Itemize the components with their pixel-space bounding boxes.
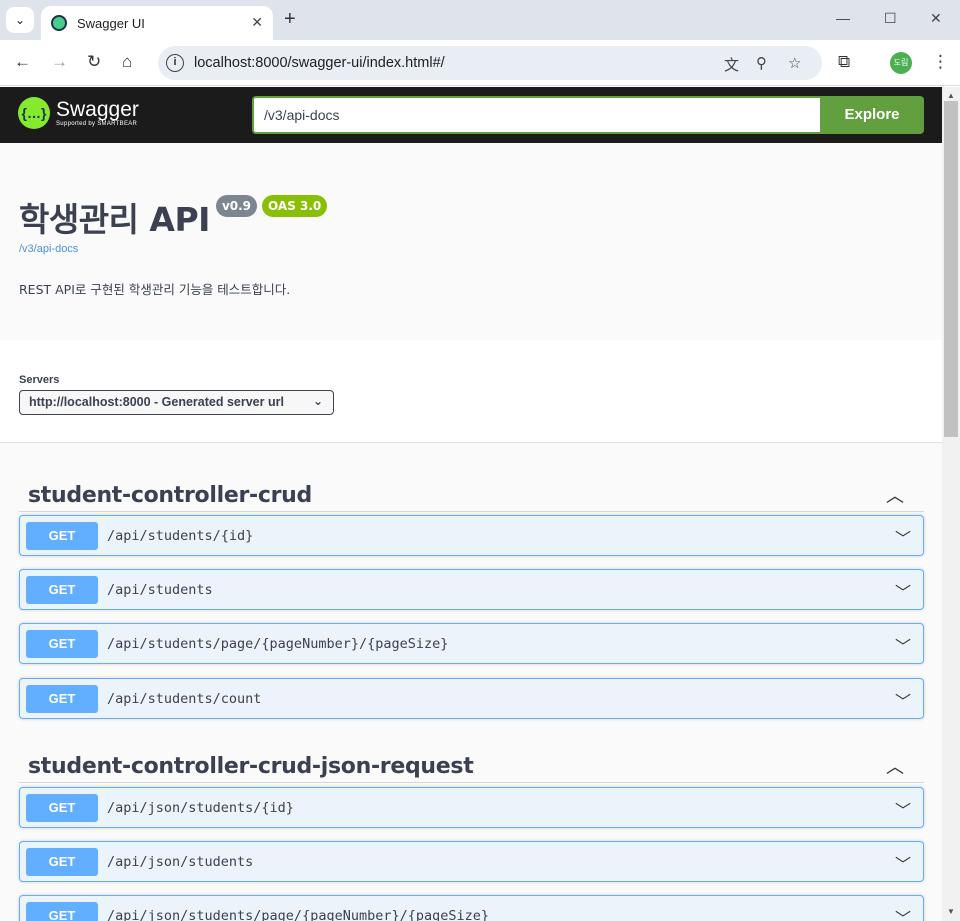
operation-path: /api/students/page/{pageNumber}/{pageSiz… xyxy=(107,636,449,652)
operation-path: /api/json/students/{id} xyxy=(107,800,294,816)
operation-path: /api/json/students/page/{pageNumber}/{pa… xyxy=(107,908,490,921)
close-icon[interactable]: ✕ xyxy=(251,14,263,31)
translate-icon[interactable]: 文 xyxy=(724,54,739,75)
extensions-icon[interactable]: ⧉ xyxy=(838,52,850,72)
chevron-down-icon[interactable]: ﹀ xyxy=(895,688,911,712)
reload-icon[interactable]: ↻ xyxy=(87,52,101,72)
operation-row[interactable]: GET /api/json/students/{id} ﹀ xyxy=(19,787,924,828)
swagger-logo[interactable]: {…} Swagger Supported by SMARTBEAR xyxy=(18,97,139,129)
version-badge: v0.9 xyxy=(215,195,258,217)
logo-name: Swagger xyxy=(56,98,139,121)
operation-path: /api/json/students xyxy=(107,854,254,870)
api-url-input[interactable]: /v3/api-docs xyxy=(252,96,820,134)
get-method-badge: GET xyxy=(26,685,98,713)
swagger-logo-icon: {…} xyxy=(18,97,50,129)
get-method-badge: GET xyxy=(26,902,98,921)
chevron-down-icon[interactable]: ﹀ xyxy=(895,797,911,821)
operation-path: /api/students xyxy=(107,582,213,598)
chevron-down-icon: ⌄ xyxy=(312,394,323,408)
tag-header-student-controller-crud[interactable]: student-controller-crud ︿ xyxy=(19,470,924,512)
tab-search-button[interactable]: ⌄ xyxy=(6,7,34,33)
bookmark-star-icon[interactable]: ☆ xyxy=(788,54,801,72)
get-method-badge: GET xyxy=(26,576,98,604)
browser-tab-strip: ⌄ Swagger UI ✕ + — ☐ ✕ xyxy=(0,0,960,40)
get-method-badge: GET xyxy=(26,848,98,876)
address-bar[interactable]: i localhost:8000/swagger-ui/index.html#/… xyxy=(158,46,822,80)
explore-button[interactable]: Explore xyxy=(820,96,924,134)
browser-tab[interactable]: Swagger UI ✕ xyxy=(41,6,273,40)
operation-row[interactable]: GET /api/json/students ﹀ xyxy=(19,841,924,882)
operations-list: student-controller-crud ︿ GET /api/stude… xyxy=(0,443,942,921)
chevron-down-icon[interactable]: ﹀ xyxy=(895,579,911,603)
site-info-icon[interactable]: i xyxy=(166,54,184,72)
chevron-up-icon[interactable]: ︿ xyxy=(886,482,904,508)
tag-header-student-controller-crud-json-request[interactable]: student-controller-crud-json-request ︿ xyxy=(19,741,924,783)
forward-arrow-icon[interactable]: → xyxy=(51,52,68,72)
chevron-down-icon[interactable]: ﹀ xyxy=(895,525,911,549)
zoom-icon[interactable]: ⚲ xyxy=(756,54,767,72)
get-method-badge: GET xyxy=(26,794,98,822)
browser-toolbar: ← → ↻ ⌂ i localhost:8000/swagger-ui/inde… xyxy=(0,40,960,86)
api-description: REST API로 구현된 학생관리 기능을 테스트합니다. xyxy=(19,282,291,297)
get-method-badge: GET xyxy=(26,522,98,550)
servers-select[interactable]: http://localhost:8000 - Generated server… xyxy=(19,390,334,415)
more-menu-icon[interactable]: ⋮ xyxy=(932,52,949,72)
operation-row[interactable]: GET /api/students ﹀ xyxy=(19,569,924,610)
api-info: 학생관리 API v0.9 OAS 3.0 /v3/api-docs REST … xyxy=(0,143,942,340)
scrollbar-thumb[interactable] xyxy=(944,101,958,437)
window-close-icon[interactable]: ✕ xyxy=(930,10,942,27)
logo-subtitle: Supported by SMARTBEAR xyxy=(56,121,138,127)
tag-name: student-controller-crud-json-request xyxy=(28,754,474,779)
servers-selected-value: http://localhost:8000 - Generated server… xyxy=(29,395,284,409)
operation-row[interactable]: GET /api/json/students/page/{pageNumber}… xyxy=(19,895,924,921)
operation-row[interactable]: GET /api/students/page/{pageNumber}/{pag… xyxy=(19,623,924,664)
home-icon[interactable]: ⌂ xyxy=(122,52,132,72)
chevron-down-icon: ⌄ xyxy=(14,13,26,27)
chevron-down-icon[interactable]: ﹀ xyxy=(895,633,911,657)
servers-section: Servers http://localhost:8000 - Generate… xyxy=(0,340,942,443)
chevron-down-icon[interactable]: ﹀ xyxy=(895,851,911,875)
scroll-down-arrow-icon[interactable]: ▼ xyxy=(947,907,955,916)
operation-row[interactable]: GET /api/students/count ﹀ xyxy=(19,678,924,719)
chevron-up-icon[interactable]: ︿ xyxy=(886,753,904,779)
swagger-favicon-icon xyxy=(51,15,67,31)
back-arrow-icon[interactable]: ← xyxy=(14,52,31,72)
api-title: 학생관리 API xyxy=(19,200,210,239)
operation-row[interactable]: GET /api/students/{id} ﹀ xyxy=(19,515,924,556)
operation-path: /api/students/{id} xyxy=(107,528,254,544)
get-method-badge: GET xyxy=(26,630,98,658)
spec-link[interactable]: /v3/api-docs xyxy=(19,243,78,255)
tab-title: Swagger UI xyxy=(77,15,145,31)
scroll-up-arrow-icon[interactable]: ▲ xyxy=(947,91,955,100)
address-url[interactable]: localhost:8000/swagger-ui/index.html#/ xyxy=(194,55,445,71)
maximize-icon[interactable]: ☐ xyxy=(884,10,897,27)
minimize-icon[interactable]: — xyxy=(836,10,850,26)
profile-avatar[interactable]: 도림 xyxy=(890,52,912,74)
page-scrollbar[interactable]: ▲ ▼ xyxy=(942,87,960,921)
tag-name: student-controller-crud xyxy=(28,483,312,508)
chevron-down-icon[interactable]: ﹀ xyxy=(895,905,911,921)
swagger-topbar: {…} Swagger Supported by SMARTBEAR /v3/a… xyxy=(0,87,942,143)
new-tab-plus-icon[interactable]: + xyxy=(284,9,296,29)
oas-badge: OAS 3.0 xyxy=(262,195,328,217)
operation-path: /api/students/count xyxy=(107,691,262,707)
servers-label: Servers xyxy=(19,374,60,386)
